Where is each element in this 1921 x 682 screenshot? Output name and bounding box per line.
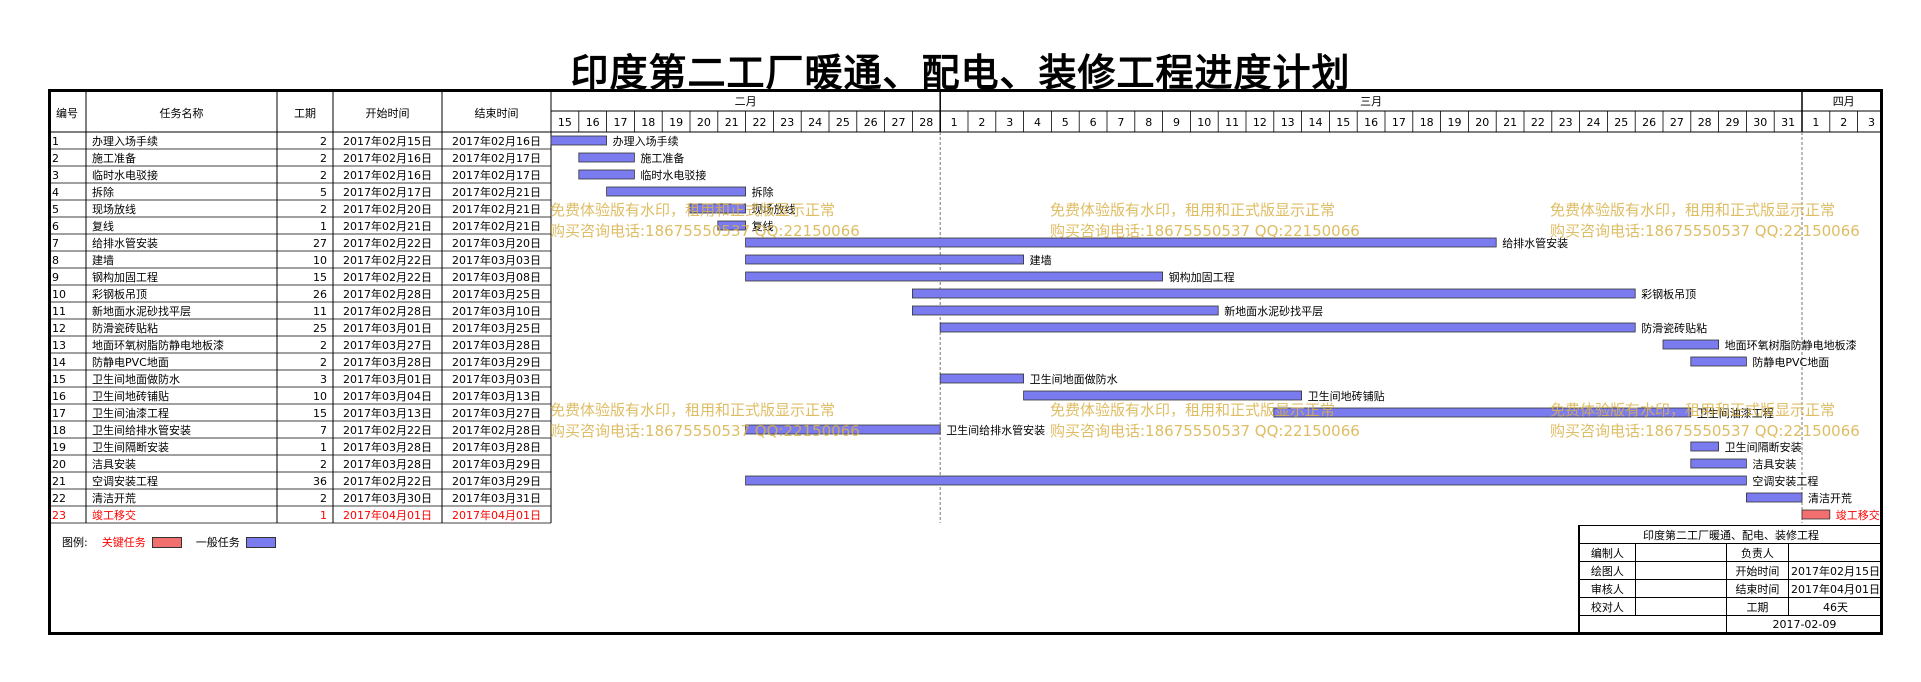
info-owner (1788, 543, 1883, 562)
info-title: 印度第二工厂暖通、配电、装修工程 (1579, 525, 1883, 544)
info-duration: 46天 (1788, 597, 1883, 616)
info-end: 2017年04月01日 (1788, 579, 1883, 598)
legend-general-label: 一般任务 (195, 536, 240, 549)
info-owner-label: 负责人 (1725, 543, 1790, 562)
info-drawer-label: 绘图人 (1579, 561, 1636, 580)
info-duration-label: 工期 (1725, 597, 1790, 616)
info-editor-label: 编制人 (1579, 543, 1636, 562)
info-checker-label: 校对人 (1579, 597, 1636, 616)
info-reviewer (1634, 579, 1727, 598)
info-reviewer-label: 审核人 (1579, 579, 1636, 598)
legend-critical-label: 关键任务 (101, 536, 146, 549)
info-checker (1634, 597, 1727, 616)
info-box: 印度第二工厂暖通、配电、装修工程 编制人 负责人 绘图人 开始时间 2017年0… (1578, 525, 1884, 635)
legend: 图例: 关键任务 一般任务 (62, 534, 290, 550)
info-start-label: 开始时间 (1725, 561, 1790, 580)
legend-general-swatch (245, 536, 276, 548)
legend-prefix: 图例: (62, 536, 88, 549)
info-end-label: 结束时间 (1725, 579, 1790, 598)
info-start: 2017年02月15日 (1788, 561, 1883, 580)
info-editor (1634, 543, 1727, 562)
legend-critical-swatch (151, 536, 182, 548)
info-drawer (1634, 561, 1727, 580)
info-date: 2017-02-09 (1725, 615, 1884, 634)
